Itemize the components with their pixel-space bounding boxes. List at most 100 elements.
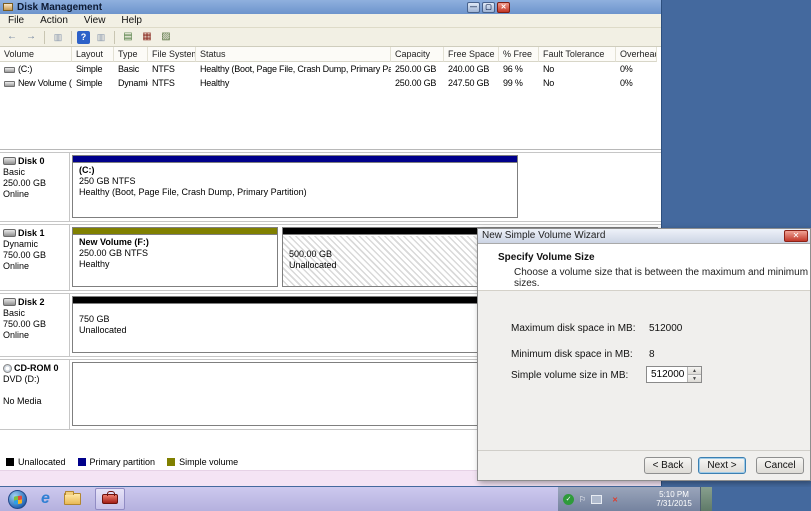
- wizard-footer: < Back Next > Cancel: [478, 450, 810, 480]
- refresh-icon[interactable]: ▤: [120, 30, 136, 45]
- taskbar-clock[interactable]: 5:10 PM 7/31/2015: [648, 487, 700, 511]
- start-button[interactable]: [8, 490, 27, 509]
- toolbar-separator: [71, 31, 72, 44]
- wizard-header: Specify Volume Size Choose a volume size…: [478, 244, 810, 291]
- col-status[interactable]: Status: [196, 47, 391, 62]
- volume-pct-free: 96 %: [499, 62, 539, 76]
- taskbar: e ✓ ⚐ ✕ 5:10 PM 7/31/2015: [0, 487, 811, 511]
- disk-0-label[interactable]: Disk 0 Basic 250.00 GB Online: [0, 153, 70, 221]
- internet-explorer-icon[interactable]: e: [41, 490, 50, 508]
- console-tree-icon[interactable]: ▥: [50, 30, 66, 45]
- maximize-icon[interactable]: ▢: [482, 2, 495, 13]
- mute-x-icon: ✕: [612, 495, 618, 506]
- col-file-system[interactable]: File System: [148, 47, 196, 62]
- forward-icon[interactable]: →: [23, 30, 39, 45]
- partition-status: Healthy: [79, 259, 271, 270]
- volume-icon: [4, 81, 15, 87]
- col-fault-tolerance[interactable]: Fault Tolerance: [539, 47, 616, 62]
- new-simple-volume-wizard: New Simple Volume Wizard ✕ Specify Volum…: [477, 228, 811, 481]
- cdrom-icon: [3, 364, 12, 373]
- partition-color-bar: [73, 228, 277, 235]
- toolbar: ← → ▥ ? ▥ ▤ ▦ ▨: [0, 28, 661, 47]
- disk-size: 750.00 GB: [3, 250, 66, 261]
- back-icon[interactable]: ←: [4, 30, 20, 45]
- col-type[interactable]: Type: [114, 47, 148, 62]
- table-row[interactable]: (C:) Simple Basic NTFS Healthy (Boot, Pa…: [0, 62, 661, 76]
- disk-state: No Media: [3, 396, 66, 407]
- legend-label: Unallocated: [18, 457, 66, 467]
- partition-c[interactable]: (C:) 250 GB NTFS Healthy (Boot, Page Fil…: [72, 155, 518, 218]
- volume-size-input[interactable]: [647, 367, 687, 382]
- storage-icon[interactable]: ▦: [139, 30, 155, 45]
- cdrom-0-label[interactable]: CD-ROM 0 DVD (D:) No Media: [0, 360, 70, 429]
- simple-volume-size-label: Simple volume size in MB:: [511, 370, 628, 381]
- disk-name: CD-ROM 0: [14, 363, 59, 373]
- action-center-flag-icon[interactable]: ⚐: [577, 494, 588, 505]
- col-pct-free[interactable]: % Free: [499, 47, 539, 62]
- col-volume[interactable]: Volume: [0, 47, 72, 62]
- wizard-body: Maximum disk space in MB: 512000 Minimum…: [478, 291, 810, 450]
- disk-state: Online: [3, 261, 66, 272]
- table-row[interactable]: New Volume (F:) Simple Dynamic NTFS Heal…: [0, 76, 661, 90]
- disk-name: Disk 2: [18, 297, 45, 307]
- volume-capacity: 250.00 GB: [391, 62, 444, 76]
- next-button[interactable]: Next >: [698, 457, 746, 474]
- disk-2-label[interactable]: Disk 2 Basic 750.00 GB Online: [0, 294, 70, 356]
- volume-status: Healthy (Boot, Page File, Crash Dump, Pr…: [196, 62, 391, 76]
- windows-explorer-icon[interactable]: [64, 493, 81, 505]
- system-tray: ✓ ⚐ ✕: [558, 487, 648, 511]
- properties-icon[interactable]: ▥: [93, 30, 109, 45]
- status-ok-icon[interactable]: ✓: [563, 494, 574, 505]
- minimize-icon[interactable]: —: [467, 2, 480, 13]
- volume-icon: [4, 67, 15, 73]
- taskbar-empty-area: [712, 487, 811, 511]
- legend-color-swatch: [6, 458, 14, 466]
- network-icon[interactable]: [591, 495, 602, 504]
- close-icon[interactable]: ✕: [497, 2, 510, 13]
- col-layout[interactable]: Layout: [72, 47, 114, 62]
- legend-unallocated: Unallocated: [6, 457, 66, 467]
- window-titlebar[interactable]: Disk Management — ▢ ✕: [0, 0, 661, 14]
- col-overhead[interactable]: Overhead: [616, 47, 657, 62]
- active-app-task-button[interactable]: [95, 488, 125, 510]
- clock-date: 7/31/2015: [648, 499, 700, 508]
- partition-label: New Volume (F:): [79, 237, 149, 247]
- menu-bar: File Action View Help: [0, 14, 661, 28]
- back-button[interactable]: < Back: [644, 457, 692, 474]
- legend-label: Simple volume: [179, 457, 238, 467]
- volume-overhead: 0%: [616, 76, 657, 90]
- volume-status: Healthy: [196, 76, 391, 90]
- menu-help[interactable]: Help: [113, 15, 150, 26]
- legend-simple-volume: Simple volume: [167, 457, 238, 467]
- spinner-up-icon[interactable]: ▲: [688, 367, 701, 374]
- window-title: Disk Management: [17, 2, 467, 13]
- col-free-space[interactable]: Free Space: [444, 47, 499, 62]
- wizard-titlebar[interactable]: New Simple Volume Wizard ✕: [478, 229, 810, 244]
- volume-layout: Simple: [72, 62, 114, 76]
- show-desktop-button[interactable]: [700, 487, 712, 511]
- rescan-disks-icon[interactable]: ▨: [158, 30, 174, 45]
- menu-view[interactable]: View: [76, 15, 114, 26]
- volume-layout: Simple: [72, 76, 114, 90]
- cancel-button[interactable]: Cancel: [756, 457, 804, 474]
- menu-file[interactable]: File: [0, 15, 32, 26]
- disk-size: 250.00 GB: [3, 178, 66, 189]
- server-manager-icon: [102, 494, 118, 504]
- legend-color-swatch: [78, 458, 86, 466]
- legend-color-swatch: [167, 458, 175, 466]
- help-icon[interactable]: ?: [77, 31, 90, 44]
- volume-name: New Volume (F:): [18, 78, 72, 88]
- disk-kind: Dynamic: [3, 239, 66, 250]
- col-capacity[interactable]: Capacity: [391, 47, 444, 62]
- disk-1-label[interactable]: Disk 1 Dynamic 750.00 GB Online: [0, 225, 70, 290]
- volume-free-space: 240.00 GB: [444, 62, 499, 76]
- wizard-close-icon[interactable]: ✕: [784, 230, 808, 242]
- partition-f[interactable]: New Volume (F:) 250.00 GB NTFS Healthy: [72, 227, 278, 287]
- max-disk-space-label: Maximum disk space in MB:: [511, 323, 635, 334]
- spinner-down-icon[interactable]: ▼: [688, 374, 701, 382]
- disk-icon: [3, 157, 16, 165]
- volume-fault-tolerance: No: [539, 76, 616, 90]
- menu-action[interactable]: Action: [32, 15, 76, 26]
- disk-size: 750.00 GB: [3, 319, 66, 330]
- volume-muted-icon[interactable]: ✕: [605, 494, 616, 505]
